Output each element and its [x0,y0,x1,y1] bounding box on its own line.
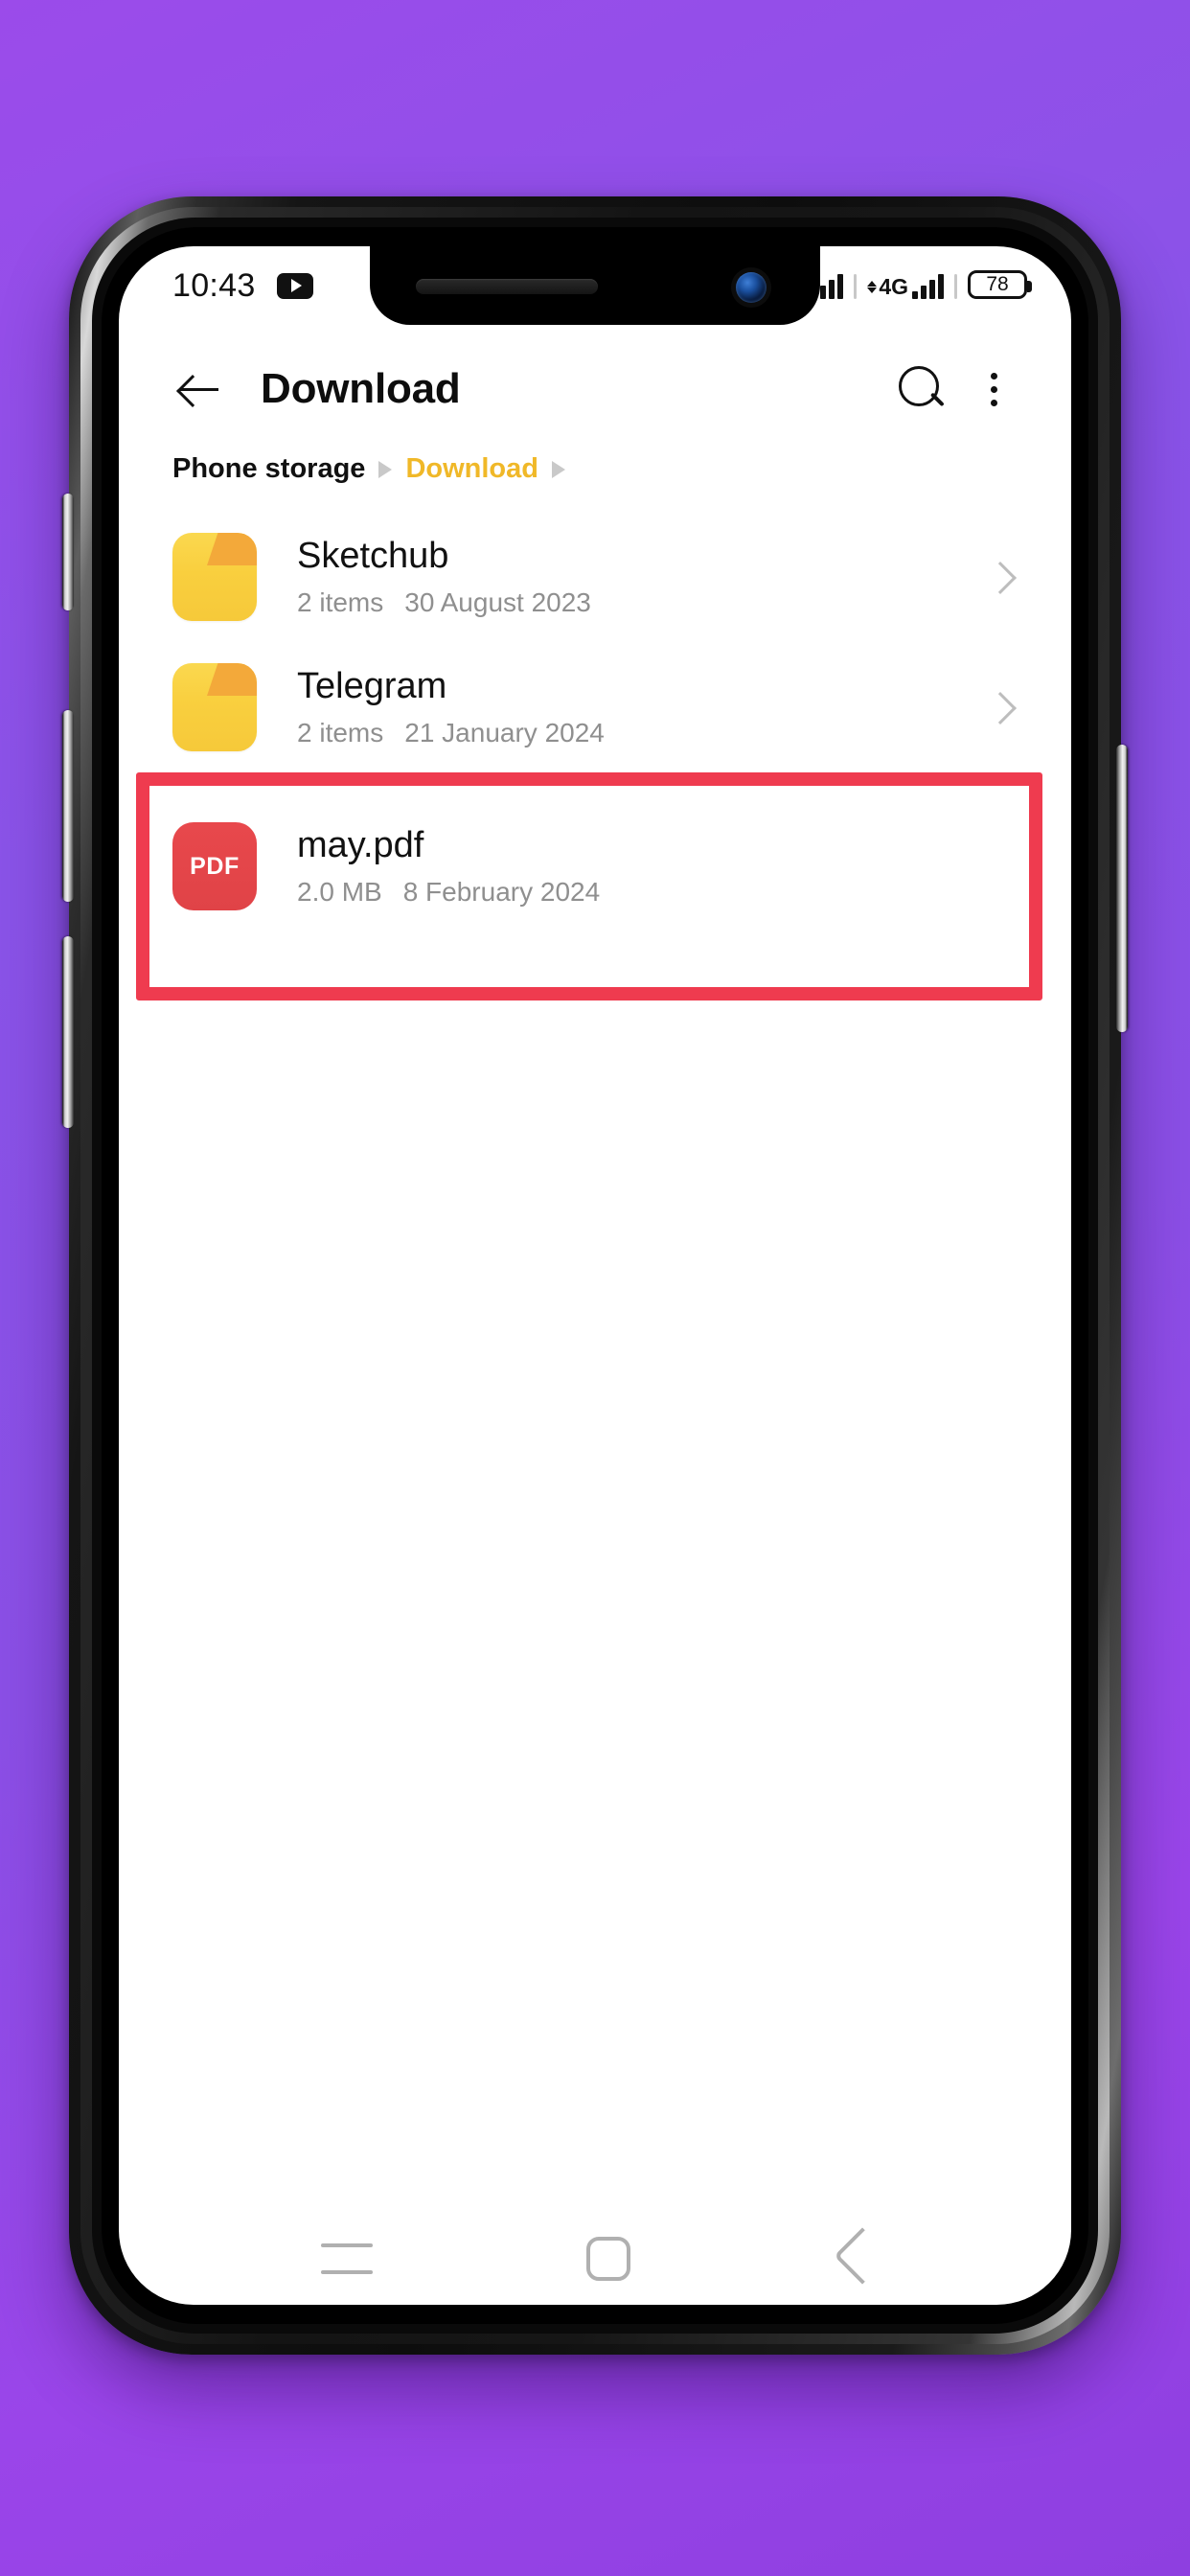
chevron-right-icon[interactable] [981,688,1019,726]
list-item-count: 2 items [297,718,384,748]
list-item-meta: 2 items 30 August 2023 [297,587,981,618]
breadcrumb-item-download[interactable]: Download [405,453,538,485]
front-camera-icon [736,272,767,303]
list-item[interactable]: PDF may.pdf 2.0 MB 8 February 2024 [119,772,1071,1000]
battery-percent-label: 78 [986,273,1009,295]
list-item[interactable]: Sketchub 2 items 30 August 2023 [119,512,1071,642]
breadcrumb: Phone storage Download [119,438,1071,494]
earpiece-speaker-icon [416,279,598,294]
chevron-right-icon[interactable] [981,558,1019,596]
list-item-meta: 2.0 MB 8 February 2024 [297,877,1029,908]
folder-icon [172,533,261,621]
android-nav-bar [119,2213,1071,2305]
list-item-count: 2 items [297,587,384,618]
list-item-title: Sketchub [297,535,449,576]
breadcrumb-item-phone-storage[interactable]: Phone storage [172,453,365,485]
app-bar: Download [119,325,1071,438]
list-item-size: 2.0 MB [297,877,382,908]
device-button-volume-down[interactable] [62,936,74,1128]
list-item-body: may.pdf 2.0 MB 8 February 2024 [297,825,1029,908]
list-item-date: 21 January 2024 [404,718,605,748]
pdf-file-icon: PDF [172,822,261,910]
network-type-label: 4G [879,274,908,299]
back-nav-icon[interactable] [844,2245,869,2272]
list-item-title: may.pdf [297,824,424,865]
network-label-group: 4G [867,276,908,298]
chevron-right-triangle-icon-2 [551,460,565,478]
sim-divider [854,274,858,299]
list-item-date: 30 August 2023 [404,587,591,618]
search-icon[interactable] [893,361,949,417]
overflow-menu-icon[interactable] [970,361,1018,417]
list-item-date: 8 February 2024 [402,877,601,908]
back-arrow-icon[interactable] [172,362,226,416]
home-icon[interactable] [585,2237,630,2281]
pdf-icon-label: PDF [190,852,240,880]
list-item-title: Telegram [297,665,447,706]
list-item[interactable]: Telegram 2 items 21 January 2024 [119,642,1071,772]
device-notch [370,246,820,325]
device-button-power[interactable] [1116,745,1128,1032]
youtube-icon [276,272,313,299]
device-button-volume-up[interactable] [62,710,74,902]
status-bar-left: 10:43 [172,267,313,305]
network-group: 4G [867,274,944,299]
recents-icon[interactable] [321,2243,374,2274]
chevron-right-triangle-icon [378,460,393,478]
phone-screen: 10:43 4G 78 Download Phone storage Downl… [119,246,1071,2305]
folder-icon [172,663,261,751]
list-item-body: Sketchub 2 items 30 August 2023 [297,536,981,619]
list-item-meta: 2 items 21 January 2024 [297,718,981,748]
battery-icon: 78 [968,270,1032,299]
device-button-silent[interactable] [62,494,74,610]
list-item-body: Telegram 2 items 21 January 2024 [297,666,981,749]
status-time: 10:43 [172,266,256,304]
data-transfer-arrows-icon [867,281,878,293]
signal-bars-secondary-icon [912,274,944,299]
phone-device-mockup: 10:43 4G 78 Download Phone storage Downl… [62,196,1128,2355]
file-list: Sketchub 2 items 30 August 2023 Telegram… [119,494,1071,1000]
sim-divider-2 [954,274,957,299]
status-bar-right: 4G 78 [812,270,1032,301]
page-title: Download [261,365,461,412]
